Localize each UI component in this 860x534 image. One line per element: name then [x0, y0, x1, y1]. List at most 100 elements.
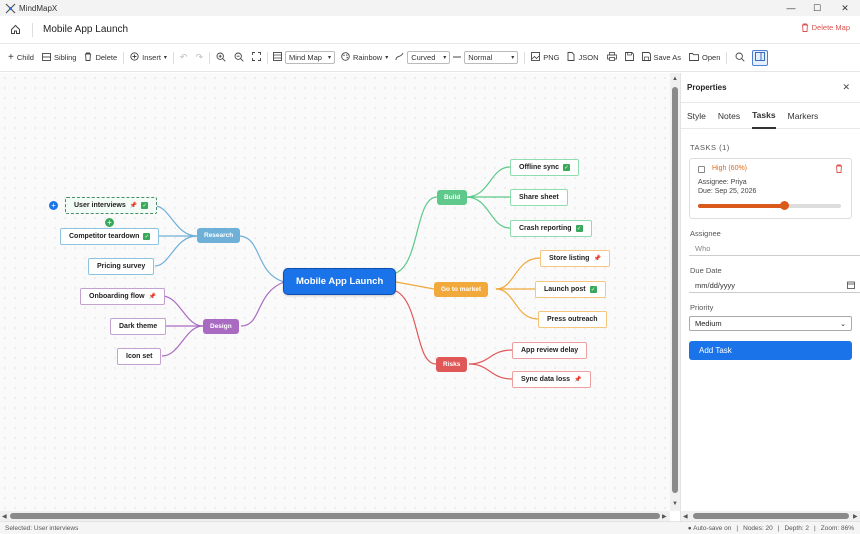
tab-style[interactable]: Style	[687, 103, 706, 129]
maximize-icon[interactable]: ☐	[804, 0, 830, 16]
export-png-label: PNG	[543, 53, 560, 62]
leaf-label: Offline sync	[519, 164, 560, 171]
leaf-node-user-interviews[interactable]: User interviews 📌 ✓	[65, 197, 158, 214]
add-child-button[interactable]: + Child	[4, 49, 38, 67]
panel-tabs: Style Notes Tasks Markers	[681, 103, 860, 129]
leaf-node-store-listing[interactable]: Store listing 📌	[540, 250, 610, 267]
add-sibling-button[interactable]: Sibling	[38, 49, 81, 67]
scroll-down-icon[interactable]: ▼	[672, 501, 678, 507]
chevron-down-icon: ▾	[163, 55, 167, 61]
scroll-left-icon[interactable]: ◀	[2, 513, 7, 520]
search-icon	[735, 52, 746, 64]
layout-icon	[273, 52, 282, 63]
priority-select[interactable]: Medium ⌄	[689, 316, 852, 331]
line-weight-select[interactable]: Normal ▾	[464, 51, 519, 64]
delete-task-icon[interactable]	[835, 164, 843, 175]
redo-button[interactable]: ↷	[191, 49, 207, 67]
minimize-icon[interactable]: —	[778, 0, 804, 16]
leaf-node-icon-set[interactable]: Icon set	[117, 348, 162, 365]
tasks-header: TASKS (1)	[690, 143, 730, 152]
undo-button[interactable]: ↶	[176, 49, 192, 67]
toggle-panel-button[interactable]	[752, 49, 769, 66]
add-sibling-label: Sibling	[53, 53, 77, 62]
horizontal-scrollbar[interactable]: ◀ ▶	[0, 511, 670, 521]
search-button[interactable]	[732, 50, 748, 66]
branch-node-build[interactable]: Build	[437, 190, 468, 205]
scroll-up-icon[interactable]: ▲	[672, 76, 678, 82]
export-png-button[interactable]: PNG	[527, 49, 563, 67]
panel-horizontal-scrollbar[interactable]: ◀ ▶	[681, 511, 860, 521]
leaf-label: Onboarding flow	[89, 293, 145, 300]
export-json-button[interactable]: JSON	[563, 49, 602, 67]
zoom-in-icon	[216, 52, 226, 64]
edge-style-select[interactable]: Curved ▾	[407, 51, 451, 64]
home-icon[interactable]	[8, 23, 22, 37]
branch-node-risks[interactable]: Risks	[436, 357, 468, 372]
print-button[interactable]	[603, 49, 621, 67]
leaf-node-launch-post[interactable]: Launch post ✓	[535, 281, 606, 298]
horizontal-scroll-thumb[interactable]	[10, 513, 660, 519]
zoom-out-button[interactable]	[230, 49, 248, 67]
open-button[interactable]: Open	[685, 49, 724, 67]
save-as-label: Save As	[653, 53, 682, 62]
leaf-node-offline-sync[interactable]: Offline sync ✓	[510, 159, 580, 176]
leaf-node-app-review-delay[interactable]: App review delay	[512, 342, 588, 359]
leaf-node-pricing-survey[interactable]: Pricing survey	[88, 258, 155, 275]
mindmap-canvas[interactable]: Mobile App Launch Research Design Build …	[0, 73, 670, 511]
priority-label: Priority	[690, 303, 714, 312]
trash-icon	[801, 23, 808, 32]
leaf-label: Store listing	[549, 255, 590, 262]
insert-menu-button[interactable]: Insert ▾	[126, 49, 171, 67]
scroll-right-icon[interactable]: ▶	[662, 513, 667, 520]
leaf-node-crash-reporting[interactable]: Crash reporting ✓	[510, 220, 592, 237]
delete-node-button[interactable]: Delete	[80, 49, 121, 67]
add-sibling-handle-icon[interactable]: +	[49, 201, 58, 210]
scroll-right-icon[interactable]: ▶	[853, 513, 858, 520]
document-title[interactable]: Mobile App Launch	[43, 24, 128, 35]
calendar-icon[interactable]	[847, 281, 855, 291]
leaf-label: Press outreach	[547, 316, 598, 323]
branch-node-research[interactable]: Research	[197, 228, 241, 243]
panel-scroll-thumb[interactable]	[693, 513, 849, 519]
line-weight-value: Normal	[468, 53, 493, 62]
save-as-button[interactable]: Save As	[638, 49, 686, 67]
task-progress-slider[interactable]	[698, 201, 841, 210]
branch-node-go-to-market[interactable]: Go to market	[434, 282, 489, 297]
task-progress-knob[interactable]	[779, 201, 789, 210]
task-priority: High (60%)	[712, 165, 748, 172]
add-task-button[interactable]: Add Task	[689, 341, 852, 360]
layout-select[interactable]: Mind Map ▾	[285, 51, 336, 64]
close-icon[interactable]: ✕	[832, 0, 858, 16]
due-date-label: Due Date	[690, 266, 722, 275]
delete-map-button[interactable]: Delete Map	[801, 23, 850, 32]
due-date-input[interactable]: mm/dd/yyyy	[689, 279, 860, 293]
leaf-node-sync-data-loss[interactable]: Sync data loss 📌	[512, 371, 591, 388]
root-node[interactable]: Mobile App Launch	[283, 268, 397, 295]
task-checkbox[interactable]	[698, 166, 705, 173]
save-button[interactable]	[621, 49, 638, 67]
leaf-node-dark-theme[interactable]: Dark theme	[110, 318, 167, 335]
toolbar: + Child Sibling Delete Insert ▾ ↶ ↷ Mind M…	[0, 44, 860, 72]
vertical-scrollbar[interactable]: ▲ ▼	[670, 73, 680, 511]
assignee-label: Assignee	[690, 229, 721, 238]
status-divider: |	[777, 525, 780, 532]
tab-markers[interactable]: Markers	[788, 103, 819, 129]
close-panel-icon[interactable]: ✕	[842, 82, 850, 93]
vertical-scroll-thumb[interactable]	[672, 87, 678, 493]
leaf-node-share-sheet[interactable]: Share sheet	[510, 189, 568, 206]
branch-node-design[interactable]: Design	[203, 319, 239, 334]
leaf-node-competitor-teardown[interactable]: Competitor teardown ✓	[60, 228, 160, 245]
edge-style-value: Curved	[411, 53, 436, 62]
add-child-handle-icon[interactable]: +	[105, 218, 114, 227]
chevron-down-icon: ⌄	[840, 320, 846, 328]
theme-select[interactable]: Rainbow ▾	[337, 49, 392, 67]
assignee-input[interactable]: Who	[689, 242, 860, 256]
tab-tasks[interactable]: Tasks	[752, 103, 776, 129]
fit-screen-button[interactable]	[248, 49, 265, 67]
tab-notes[interactable]: Notes	[718, 103, 740, 129]
leaf-node-onboarding-flow[interactable]: Onboarding flow 📌	[80, 288, 166, 305]
panel-title: Properties	[687, 83, 727, 92]
zoom-in-button[interactable]	[212, 49, 230, 67]
leaf-node-press-outreach[interactable]: Press outreach	[538, 311, 607, 328]
scroll-left-icon[interactable]: ◀	[683, 513, 688, 520]
